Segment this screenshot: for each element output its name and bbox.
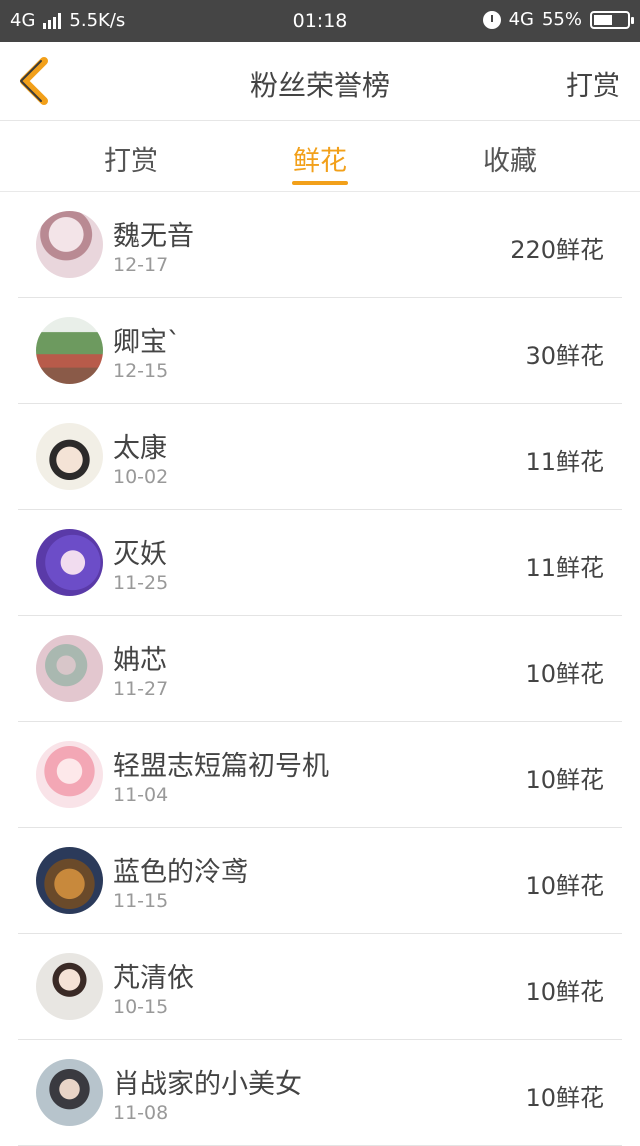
fan-name: 太康 (113, 433, 167, 464)
alarm-icon (482, 10, 501, 29)
flower-count: 10鲜花 (525, 660, 604, 688)
page-title: 粉丝荣誉榜 (249, 69, 390, 102)
avatar (36, 741, 103, 808)
active-tab-indicator (292, 181, 348, 185)
fan-date: 10-15 (113, 996, 169, 1018)
fan-date: 12-15 (113, 360, 169, 382)
fan-name: 姌芯 (113, 645, 167, 676)
avatar (36, 953, 103, 1020)
flower-count: 10鲜花 (525, 1084, 604, 1112)
avatar (36, 635, 103, 702)
list-item[interactable]: 灭妖 11-25 11鲜花 (18, 510, 622, 616)
list-item[interactable]: 姌芯 11-27 10鲜花 (18, 616, 622, 722)
fan-date: 11-27 (113, 678, 169, 700)
list-item[interactable]: 轻盟志短篇初号机 11-04 10鲜花 (18, 722, 622, 828)
fan-date: 10-02 (113, 466, 169, 488)
tab-flowers[interactable]: 鲜花 (293, 139, 347, 178)
tab-bar: 打赏 鲜花 收藏 (0, 121, 640, 192)
nav-bar: 粉丝荣誉榜 打赏 (0, 42, 640, 121)
avatar (36, 211, 103, 278)
fan-date: 11-04 (113, 784, 169, 806)
list-item[interactable]: 卿宝` 12-15 30鲜花 (18, 298, 622, 404)
flower-count: 10鲜花 (525, 872, 604, 900)
avatar (36, 847, 103, 914)
avatar (36, 1059, 103, 1126)
battery-icon (590, 10, 634, 29)
tab-favorites[interactable]: 收藏 (483, 139, 537, 178)
avatar (36, 529, 103, 596)
tab-reward[interactable]: 打赏 (104, 139, 158, 178)
flower-count: 11鲜花 (525, 554, 604, 582)
battery-percent: 55% (541, 9, 582, 30)
status-bar-right: 4G 55% (482, 9, 634, 30)
list-item[interactable]: 芃清依 10-15 10鲜花 (18, 934, 622, 1040)
list-item[interactable]: 太康 10-02 11鲜花 (18, 404, 622, 510)
fan-name: 肖战家的小美女 (113, 1069, 302, 1100)
fan-date: 12-17 (113, 254, 169, 276)
list-item[interactable]: 肖战家的小美女 11-08 10鲜花 (18, 1040, 622, 1146)
fan-name: 蓝色的泠鸢 (113, 857, 248, 888)
flower-count: 220鲜花 (510, 236, 604, 264)
avatar (36, 317, 103, 384)
fan-name: 灭妖 (113, 539, 167, 570)
flower-count: 30鲜花 (525, 342, 604, 370)
fan-list: 魏无音 12-17 220鲜花 卿宝` 12-15 30鲜花 太康 10-02 … (0, 192, 640, 1146)
reward-button[interactable]: 打赏 (566, 64, 620, 103)
fan-name: 芃清依 (113, 963, 194, 994)
network-type-right: 4G (508, 9, 534, 30)
fan-name: 魏无音 (113, 221, 194, 252)
fan-date: 11-25 (113, 572, 169, 594)
flower-count: 10鲜花 (525, 766, 604, 794)
fan-name: 卿宝` (113, 327, 181, 358)
flower-count: 10鲜花 (525, 978, 604, 1006)
fan-date: 11-15 (113, 890, 169, 912)
list-item[interactable]: 魏无音 12-17 220鲜花 (18, 192, 622, 298)
list-item[interactable]: 蓝色的泠鸢 11-15 10鲜花 (18, 828, 622, 934)
fan-name: 轻盟志短篇初号机 (113, 751, 329, 782)
status-bar: 4G 5.5K/s 01:18 4G 55% (0, 0, 640, 42)
flower-count: 11鲜花 (525, 448, 604, 476)
avatar (36, 423, 103, 490)
fan-date: 11-08 (113, 1102, 169, 1124)
battery-fill (594, 14, 612, 25)
